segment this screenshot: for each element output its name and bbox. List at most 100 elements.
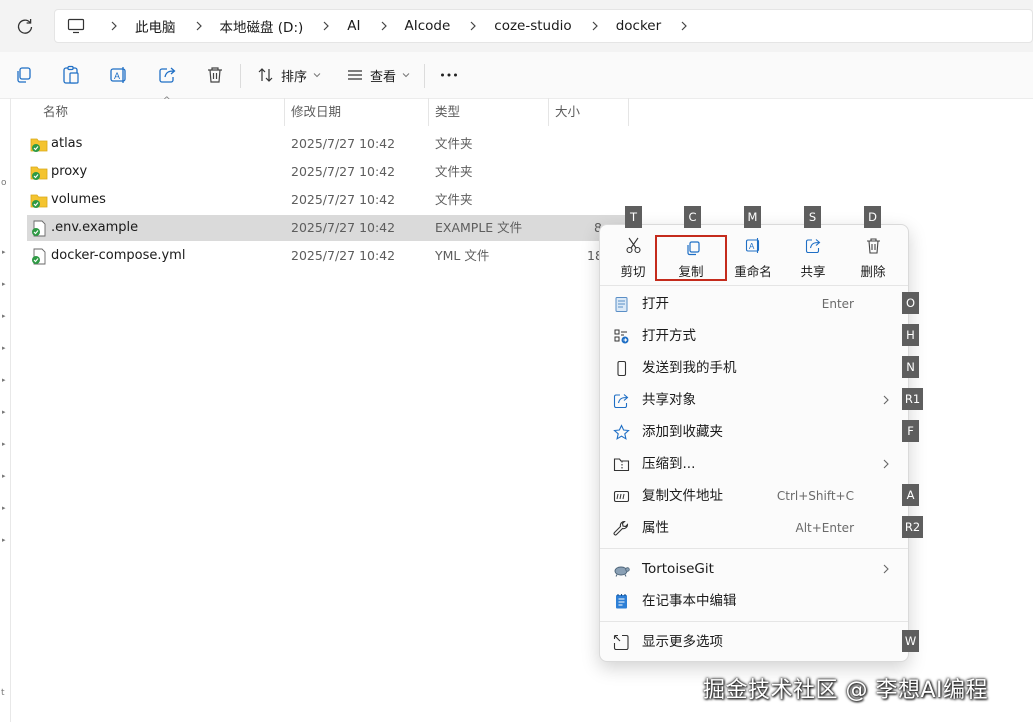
breadcrumb-item[interactable]: 本地磁盘 (D:) bbox=[220, 16, 348, 36]
menu-item-properties[interactable]: 属性 Alt+Enter bbox=[600, 512, 908, 544]
rename-label: 重命名 bbox=[734, 264, 772, 279]
copy-button[interactable] bbox=[13, 64, 35, 86]
breadcrumb-item[interactable]: AI bbox=[347, 18, 404, 34]
file-row[interactable]: proxy 2025/7/27 10:42 文件夹 bbox=[27, 159, 627, 185]
nav-expand-icon[interactable]: ▸ bbox=[2, 536, 6, 544]
trash-icon bbox=[867, 238, 880, 254]
menu-divider bbox=[600, 548, 908, 549]
menu-divider bbox=[600, 621, 908, 622]
computer-icon bbox=[67, 18, 85, 34]
refresh-icon bbox=[17, 19, 33, 34]
column-modified[interactable]: 修改日期 bbox=[285, 98, 429, 126]
sort-dropdown[interactable]: 排序 bbox=[257, 64, 321, 86]
column-type[interactable]: 类型 bbox=[429, 98, 549, 126]
address-bar: 此电脑 本地磁盘 (D:) AI AIcode coze-studio dock… bbox=[0, 0, 1033, 53]
paste-button[interactable] bbox=[60, 64, 82, 86]
chevron-right-icon bbox=[681, 21, 688, 31]
menu-item-compress[interactable]: 压缩到... bbox=[600, 448, 908, 480]
menu-item-send-to-phone[interactable]: 发送到我的手机 bbox=[600, 352, 908, 384]
file-type: EXAMPLE 文件 bbox=[435, 220, 523, 235]
nav-expand-icon[interactable]: ▸ bbox=[2, 280, 6, 288]
breadcrumb-item[interactable]: docker bbox=[616, 18, 705, 34]
copy-action[interactable]: 复制 bbox=[655, 235, 727, 281]
breadcrumb-label: docker bbox=[615, 18, 662, 34]
access-key-badge: D bbox=[864, 206, 881, 228]
nav-expand-icon[interactable]: ▸ bbox=[2, 472, 6, 480]
access-key-badge: F bbox=[902, 420, 919, 442]
access-key-badge: R2 bbox=[902, 516, 923, 538]
file-row[interactable]: atlas 2025/7/27 10:42 文件夹 bbox=[27, 131, 627, 157]
breadcrumb-item[interactable]: coze-studio bbox=[494, 18, 615, 34]
nav-expand-icon[interactable]: ▸ bbox=[2, 376, 6, 384]
nav-expand-icon[interactable]: ▸ bbox=[2, 504, 6, 512]
nav-expand-icon[interactable]: ▸ bbox=[2, 408, 6, 416]
share-button[interactable] bbox=[157, 64, 179, 86]
file-row[interactable]: volumes 2025/7/27 10:42 文件夹 bbox=[27, 187, 627, 213]
file-name: .env.example bbox=[51, 220, 139, 235]
view-dropdown[interactable]: 查看 bbox=[346, 64, 410, 86]
menu-item-open-with[interactable]: 打开方式 bbox=[600, 320, 908, 352]
delete-action[interactable]: 删除 bbox=[845, 225, 901, 283]
column-size[interactable]: 大小 bbox=[549, 98, 629, 126]
file-row[interactable]: docker-compose.yml 2025/7/27 10:42 YML 文… bbox=[27, 243, 627, 269]
cut-label: 剪切 bbox=[620, 264, 646, 279]
file-date: 2025/7/27 10:42 bbox=[291, 248, 396, 263]
file-row-selected[interactable]: .env.example 2025/7/27 10:42 EXAMPLE 文件 … bbox=[27, 215, 627, 241]
menu-item-open[interactable]: 打开 Enter bbox=[600, 288, 908, 320]
column-name[interactable]: 名称 bbox=[37, 98, 285, 126]
breadcrumb-root[interactable] bbox=[67, 18, 135, 34]
column-modified-label: 修改日期 bbox=[291, 104, 342, 119]
nav-expand-icon[interactable]: ▸ bbox=[2, 440, 6, 448]
nav-expand-icon[interactable]: ▸ bbox=[2, 312, 6, 320]
breadcrumb-item[interactable]: AIcode bbox=[405, 18, 495, 34]
cut-action[interactable]: 剪切 bbox=[605, 225, 661, 283]
nav-pane-text: o bbox=[1, 178, 7, 188]
menu-item-shortcut: Alt+Enter bbox=[795, 521, 854, 535]
nav-expand-icon[interactable]: ▸ bbox=[2, 344, 6, 352]
nav-expand-icon[interactable]: ▸ bbox=[2, 248, 6, 256]
menu-item-label: 压缩到... bbox=[642, 456, 696, 472]
folder-icon bbox=[30, 166, 48, 180]
file-name: atlas bbox=[51, 136, 83, 151]
share-icon bbox=[613, 394, 629, 409]
tortoise-icon bbox=[614, 566, 630, 577]
file-name: docker-compose.yml bbox=[51, 248, 186, 263]
file-name: volumes bbox=[51, 192, 106, 207]
menu-item-add-favorites[interactable]: 添加到收藏夹 bbox=[600, 416, 908, 448]
menu-item-edit-notepad[interactable]: 在记事本中编辑 bbox=[600, 585, 908, 617]
copy-label: 复制 bbox=[678, 264, 704, 279]
view-label: 查看 bbox=[370, 69, 397, 85]
rename-button[interactable]: A bbox=[108, 64, 130, 86]
nav-pane-text: t bbox=[1, 688, 5, 698]
menu-item-label: 添加到收藏夹 bbox=[642, 424, 723, 440]
notepad-icon bbox=[616, 594, 627, 609]
access-key-badge: S bbox=[804, 206, 821, 228]
menu-item-label: 打开 bbox=[642, 296, 669, 312]
menu-item-tortoisegit[interactable]: TortoiseGit bbox=[600, 553, 908, 585]
file-type: YML 文件 bbox=[435, 248, 490, 263]
menu-item-show-more[interactable]: 显示更多选项 bbox=[600, 626, 908, 658]
phone-icon bbox=[617, 360, 627, 377]
menu-item-copy-path[interactable]: 复制文件地址 Ctrl+Shift+C bbox=[600, 480, 908, 512]
file-type: 文件夹 bbox=[435, 192, 473, 207]
breadcrumb-label: 此电脑 bbox=[135, 20, 176, 36]
refresh-button[interactable] bbox=[14, 16, 36, 38]
breadcrumb-item[interactable]: 此电脑 bbox=[135, 16, 220, 36]
share-action[interactable]: 共享 bbox=[785, 225, 841, 283]
rename-icon: A bbox=[745, 238, 760, 253]
menu-item-share-with[interactable]: 共享对象 bbox=[600, 384, 908, 416]
more-options-button[interactable] bbox=[438, 64, 460, 86]
column-size-label: 大小 bbox=[555, 104, 581, 119]
star-icon bbox=[613, 424, 630, 440]
chevron-right-icon bbox=[381, 21, 387, 31]
column-name-label: 名称 bbox=[43, 104, 69, 119]
file-date: 2025/7/27 10:42 bbox=[291, 220, 396, 235]
rename-action[interactable]: A 重命名 bbox=[725, 225, 781, 283]
menu-item-label: 复制文件地址 bbox=[642, 488, 723, 504]
svg-text:A: A bbox=[114, 71, 120, 81]
navigation-pane-edge[interactable]: o ▸ ▸ ▸ ▸ ▸ ▸ ▸ ▸ ▸ ▸ t bbox=[0, 98, 11, 722]
access-key-badge: C bbox=[684, 206, 701, 228]
breadcrumb[interactable]: 此电脑 本地磁盘 (D:) AI AIcode coze-studio dock… bbox=[54, 9, 1033, 43]
chevron-right-icon bbox=[196, 21, 202, 31]
delete-button[interactable] bbox=[204, 64, 226, 86]
